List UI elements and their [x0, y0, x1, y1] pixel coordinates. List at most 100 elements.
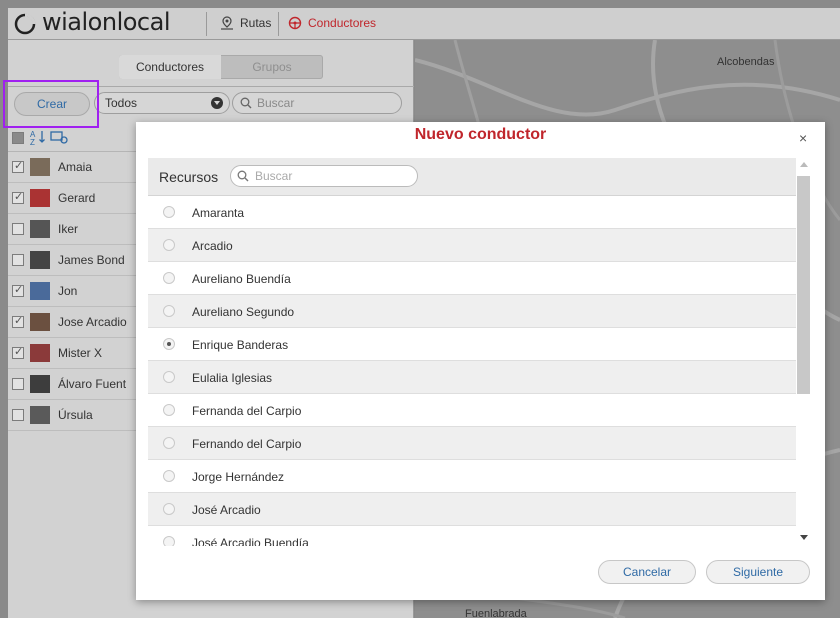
map-label-fuenlabrada: Fuenlabrada [465, 608, 527, 618]
nav-conductores[interactable]: Conductores [288, 16, 376, 30]
filter-value: Todos [105, 96, 138, 110]
resource-row[interactable]: José Arcadio Buendía [148, 526, 796, 546]
app-logo[interactable]: wialonlocal [12, 8, 204, 36]
resource-row[interactable]: Arcadio [148, 229, 796, 262]
resource-radio[interactable] [163, 338, 175, 350]
chevron-down-icon [211, 97, 223, 109]
driver-avatar [30, 282, 50, 300]
logo-icon [14, 13, 36, 35]
driver-checkbox[interactable] [12, 409, 24, 421]
close-icon[interactable]: × [799, 130, 807, 146]
nav-rutas-label: Rutas [240, 16, 272, 30]
driver-name: Amaia [58, 160, 93, 174]
resource-name: José Arcadio Buendía [192, 536, 309, 546]
resource-radio[interactable] [163, 272, 175, 284]
driver-name: Álvaro Fuent [58, 377, 127, 391]
resource-row[interactable]: Aureliano Buendía [148, 262, 796, 295]
resource-radio[interactable] [163, 371, 175, 383]
resource-row[interactable]: Enrique Banderas [148, 328, 796, 361]
resource-radio[interactable] [163, 305, 175, 317]
resources-search-placeholder: Buscar [255, 169, 293, 183]
resource-row[interactable]: José Arcadio [148, 493, 796, 526]
dialog-title: Nuevo conductor [414, 126, 547, 143]
resource-radio[interactable] [163, 437, 175, 449]
resource-row[interactable]: Fernanda del Carpio [148, 394, 796, 427]
sort-az-icon[interactable]: A Z [30, 129, 46, 145]
resource-row[interactable]: Jorge Hernández [148, 460, 796, 493]
search-icon [237, 170, 249, 182]
resource-name: Fernando del Carpio [192, 437, 302, 451]
scroll-up-icon[interactable] [800, 162, 808, 167]
search-input[interactable]: Buscar [232, 92, 402, 114]
driver-checkbox[interactable] [12, 345, 24, 359]
divider [206, 12, 207, 36]
driver-checkbox[interactable] [12, 283, 24, 297]
resource-radio[interactable] [163, 206, 175, 218]
nav-rutas[interactable]: Rutas [220, 16, 271, 30]
top-bar: wialonlocal Rutas Conductores [8, 8, 840, 40]
driver-checkbox[interactable] [12, 254, 24, 266]
driver-avatar [30, 251, 50, 269]
nav-conductores-label: Conductores [308, 16, 377, 30]
route-pin-icon [221, 16, 233, 30]
resources-header: Recursos Buscar [148, 158, 796, 196]
cancel-button[interactable]: Cancelar [598, 560, 696, 584]
driver-name: Gerard [58, 191, 96, 205]
resource-radio[interactable] [163, 536, 175, 546]
driver-checkbox[interactable] [12, 223, 24, 235]
scroll-thumb[interactable] [797, 176, 810, 394]
driver-avatar [30, 158, 50, 176]
driver-avatar [30, 375, 50, 393]
driver-name: James Bond [58, 253, 125, 267]
svg-text:Z: Z [30, 138, 35, 145]
resource-radio[interactable] [163, 404, 175, 416]
select-all-checkbox[interactable] [12, 132, 24, 144]
driver-avatar [30, 313, 50, 331]
next-button[interactable]: Siguiente [706, 560, 810, 584]
driver-checkbox[interactable] [12, 314, 24, 328]
search-placeholder: Buscar [257, 96, 295, 110]
resource-row[interactable]: Eulalia Iglesias [148, 361, 796, 394]
filter-select[interactable]: Todos [94, 92, 230, 114]
scrollbar[interactable] [796, 158, 811, 546]
resources-label: Recursos [159, 169, 219, 185]
new-driver-dialog: Nuevo conductor × Recursos Buscar Amaran… [136, 122, 825, 600]
sidebar-tabs: Conductores Grupos [119, 55, 323, 79]
resource-name: Arcadio [192, 239, 233, 253]
resource-radio[interactable] [163, 470, 175, 482]
steering-wheel-icon [288, 16, 302, 30]
resources-list: Amaranta Arcadio Aureliano Buendía Aurelian… [148, 196, 796, 546]
driver-checkbox[interactable] [12, 378, 24, 390]
resource-name: Aureliano Segundo [192, 305, 295, 319]
driver-checkbox[interactable] [12, 159, 24, 173]
resource-name: Eulalia Iglesias [192, 371, 273, 385]
divider [278, 12, 279, 36]
map-label-alcobendas: Alcobendas [717, 56, 775, 68]
driver-name: Jon [58, 284, 78, 298]
resource-name: Enrique Banderas [192, 338, 289, 352]
tab-conductores[interactable]: Conductores [119, 55, 221, 79]
resources-search-input[interactable]: Buscar [230, 165, 418, 187]
driver-name: Mister X [58, 346, 103, 360]
resources-panel: Recursos Buscar Amaranta Arcadio Aureliano… [148, 158, 811, 546]
resource-name: Jorge Hernández [192, 470, 285, 484]
scroll-down-icon[interactable] [800, 535, 808, 540]
resource-row[interactable]: Aureliano Segundo [148, 295, 796, 328]
search-icon [240, 97, 252, 109]
logo-text: wialonlocal [42, 8, 171, 36]
driver-checkbox[interactable] [12, 190, 24, 204]
tab-grupos[interactable]: Grupos [221, 55, 323, 79]
driver-name: Úrsula [58, 408, 93, 422]
resource-radio[interactable] [163, 239, 175, 251]
resource-name: José Arcadio [192, 503, 261, 517]
driver-name: Jose Arcadio [58, 315, 127, 329]
resource-row[interactable]: Fernando del Carpio [148, 427, 796, 460]
resource-row[interactable]: Amaranta [148, 196, 796, 229]
resource-radio[interactable] [163, 503, 175, 515]
driver-avatar [30, 220, 50, 238]
resource-name: Amaranta [192, 206, 245, 220]
driver-avatar [30, 189, 50, 207]
driver-card-icon[interactable] [50, 129, 68, 145]
driver-avatar [30, 406, 50, 424]
highlight-outline [3, 80, 99, 128]
